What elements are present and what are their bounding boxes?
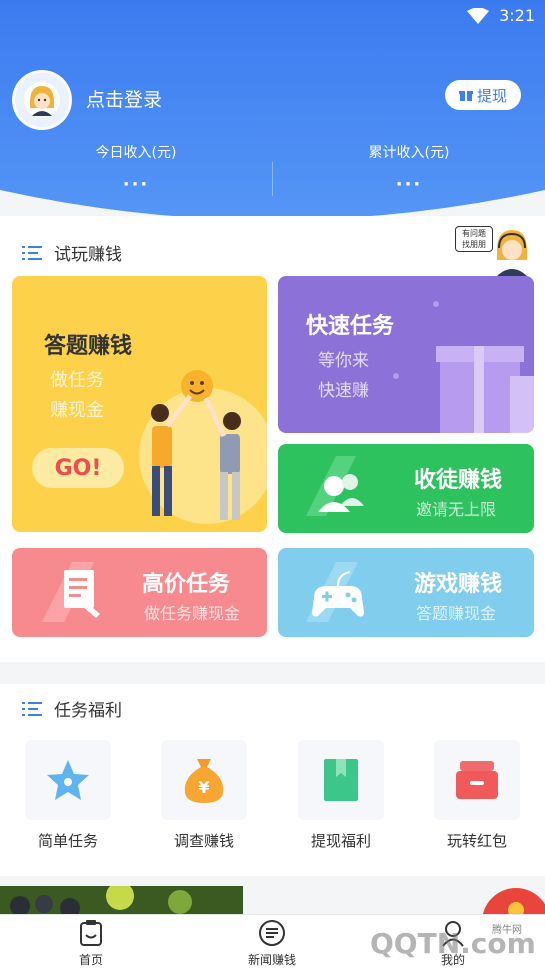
list-icon [22,245,42,260]
welfare-item-red-packet[interactable]: 玩转红包 [434,740,520,851]
watermark-small: 腾牛网 [492,925,522,936]
star-icon [47,760,89,800]
welfare-label: 调查赚钱 [173,832,234,850]
welfare-item-survey[interactable]: ¥ 调查赚钱 [161,740,247,851]
banner-image[interactable] [0,886,243,916]
total-income-value: ··· [395,174,423,195]
red-envelope-icon [482,888,545,916]
highprice-sub: 做任务赚现金 [144,604,241,623]
book-icon [324,759,358,801]
nav-news[interactable]: 新闻赚钱 [217,919,327,968]
highprice-title: 高价任务 [142,572,231,597]
user-avatar-icon [24,82,60,118]
welfare-label: 玩转红包 [446,832,507,850]
recruit-sub: 邀请无上限 [416,500,497,519]
welfare-label: 提现福利 [310,832,371,850]
today-income: 今日收入(元) ··· [0,142,272,195]
news-icon [259,920,285,946]
tile-answer-earn[interactable]: 答题赚钱 做任务 赚现金 GO! [12,276,267,532]
tile-high-price[interactable]: 高价任务 做任务赚现金 [12,548,267,637]
customer-service-icon [495,230,529,278]
users-icon [306,456,364,516]
welfare-icon-box [434,740,520,820]
game-title: 游戏赚钱 [414,572,503,597]
gift-box-illustration [393,301,534,433]
trial-section-title: 试玩赚钱 [54,245,122,265]
helper-bubble: 有问题 找朋朋 [455,226,493,252]
answer-line1: 做任务 [50,370,104,391]
today-income-value: ··· [122,174,150,195]
nav-news-label: 新闻赚钱 [247,953,296,967]
welfare-icon-box [298,740,384,820]
trial-section: 试玩赚钱 有问题 找朋朋 答题赚钱 做任务 赚现金 GO! 快速任务 等你来 快… [0,216,545,662]
nav-home-label: 首页 [78,953,103,967]
app-screen: 3:21 点击登录 提现 今日收入(元) ··· 累计收入(元) ··· 试玩赚… [0,0,545,972]
recruit-title: 收徒赚钱 [414,468,503,493]
list-icon [22,701,42,716]
quick-line2: 快速赚 [318,381,369,401]
total-income: 累计收入(元) ··· [273,142,545,195]
trial-section-header: 试玩赚钱 [22,240,122,265]
nav-home[interactable]: 首页 [36,919,146,968]
login-link[interactable]: 点击登录 [86,85,162,112]
tile-game[interactable]: 游戏赚钱 答题赚现金 [278,548,534,637]
red-box-icon [456,761,498,799]
svg-text:¥: ¥ [198,778,209,797]
answer-line2: 赚现金 [50,400,104,421]
avatar[interactable] [12,70,72,130]
welfare-section-title: 任务福利 [54,701,122,721]
red-packet-float[interactable] [466,886,545,916]
answer-title: 答题赚钱 [44,334,133,359]
game-sub: 答题赚现金 [416,604,497,623]
today-income-label: 今日收入(元) [95,145,177,161]
gamepad-icon [306,562,364,622]
home-icon [80,920,102,946]
tile-recruit[interactable]: 收徒赚钱 邀请无上限 [278,444,534,533]
withdraw-label: 提现 [476,86,507,105]
go-button[interactable]: GO! [32,448,124,488]
withdraw-button[interactable]: 提现 [445,80,521,110]
quick-title: 快速任务 [306,314,395,339]
gift-icon [458,91,473,101]
banner-photo [0,886,243,916]
money-bag-icon: ¥ [184,759,224,803]
helper-mascot[interactable]: 有问题 找朋朋 [455,224,535,278]
document-icon [42,562,100,622]
status-bar: 3:21 [467,6,535,25]
welfare-icon-box: ¥ [161,740,247,820]
bottom-nav: 首页 新闻赚钱 我的 QQTN.com 腾牛网 [0,914,545,972]
quick-line1: 等你来 [318,351,369,371]
welfare-item-withdraw-bonus[interactable]: 提现福利 [298,740,384,851]
tile-quick-task[interactable]: 快速任务 等你来 快速赚 [278,276,534,433]
header: 3:21 点击登录 提现 今日收入(元) ··· 累计收入(元) ··· [0,0,545,230]
status-time: 3:21 [499,6,535,25]
wifi-icon [467,7,490,24]
welfare-icon-box [25,740,111,820]
welfare-section-header: 任务福利 [22,696,122,721]
welfare-label: 简单任务 [37,832,98,850]
total-income-label: 累计收入(元) [368,145,450,161]
welfare-item-simple-task[interactable]: 简单任务 [25,740,111,851]
